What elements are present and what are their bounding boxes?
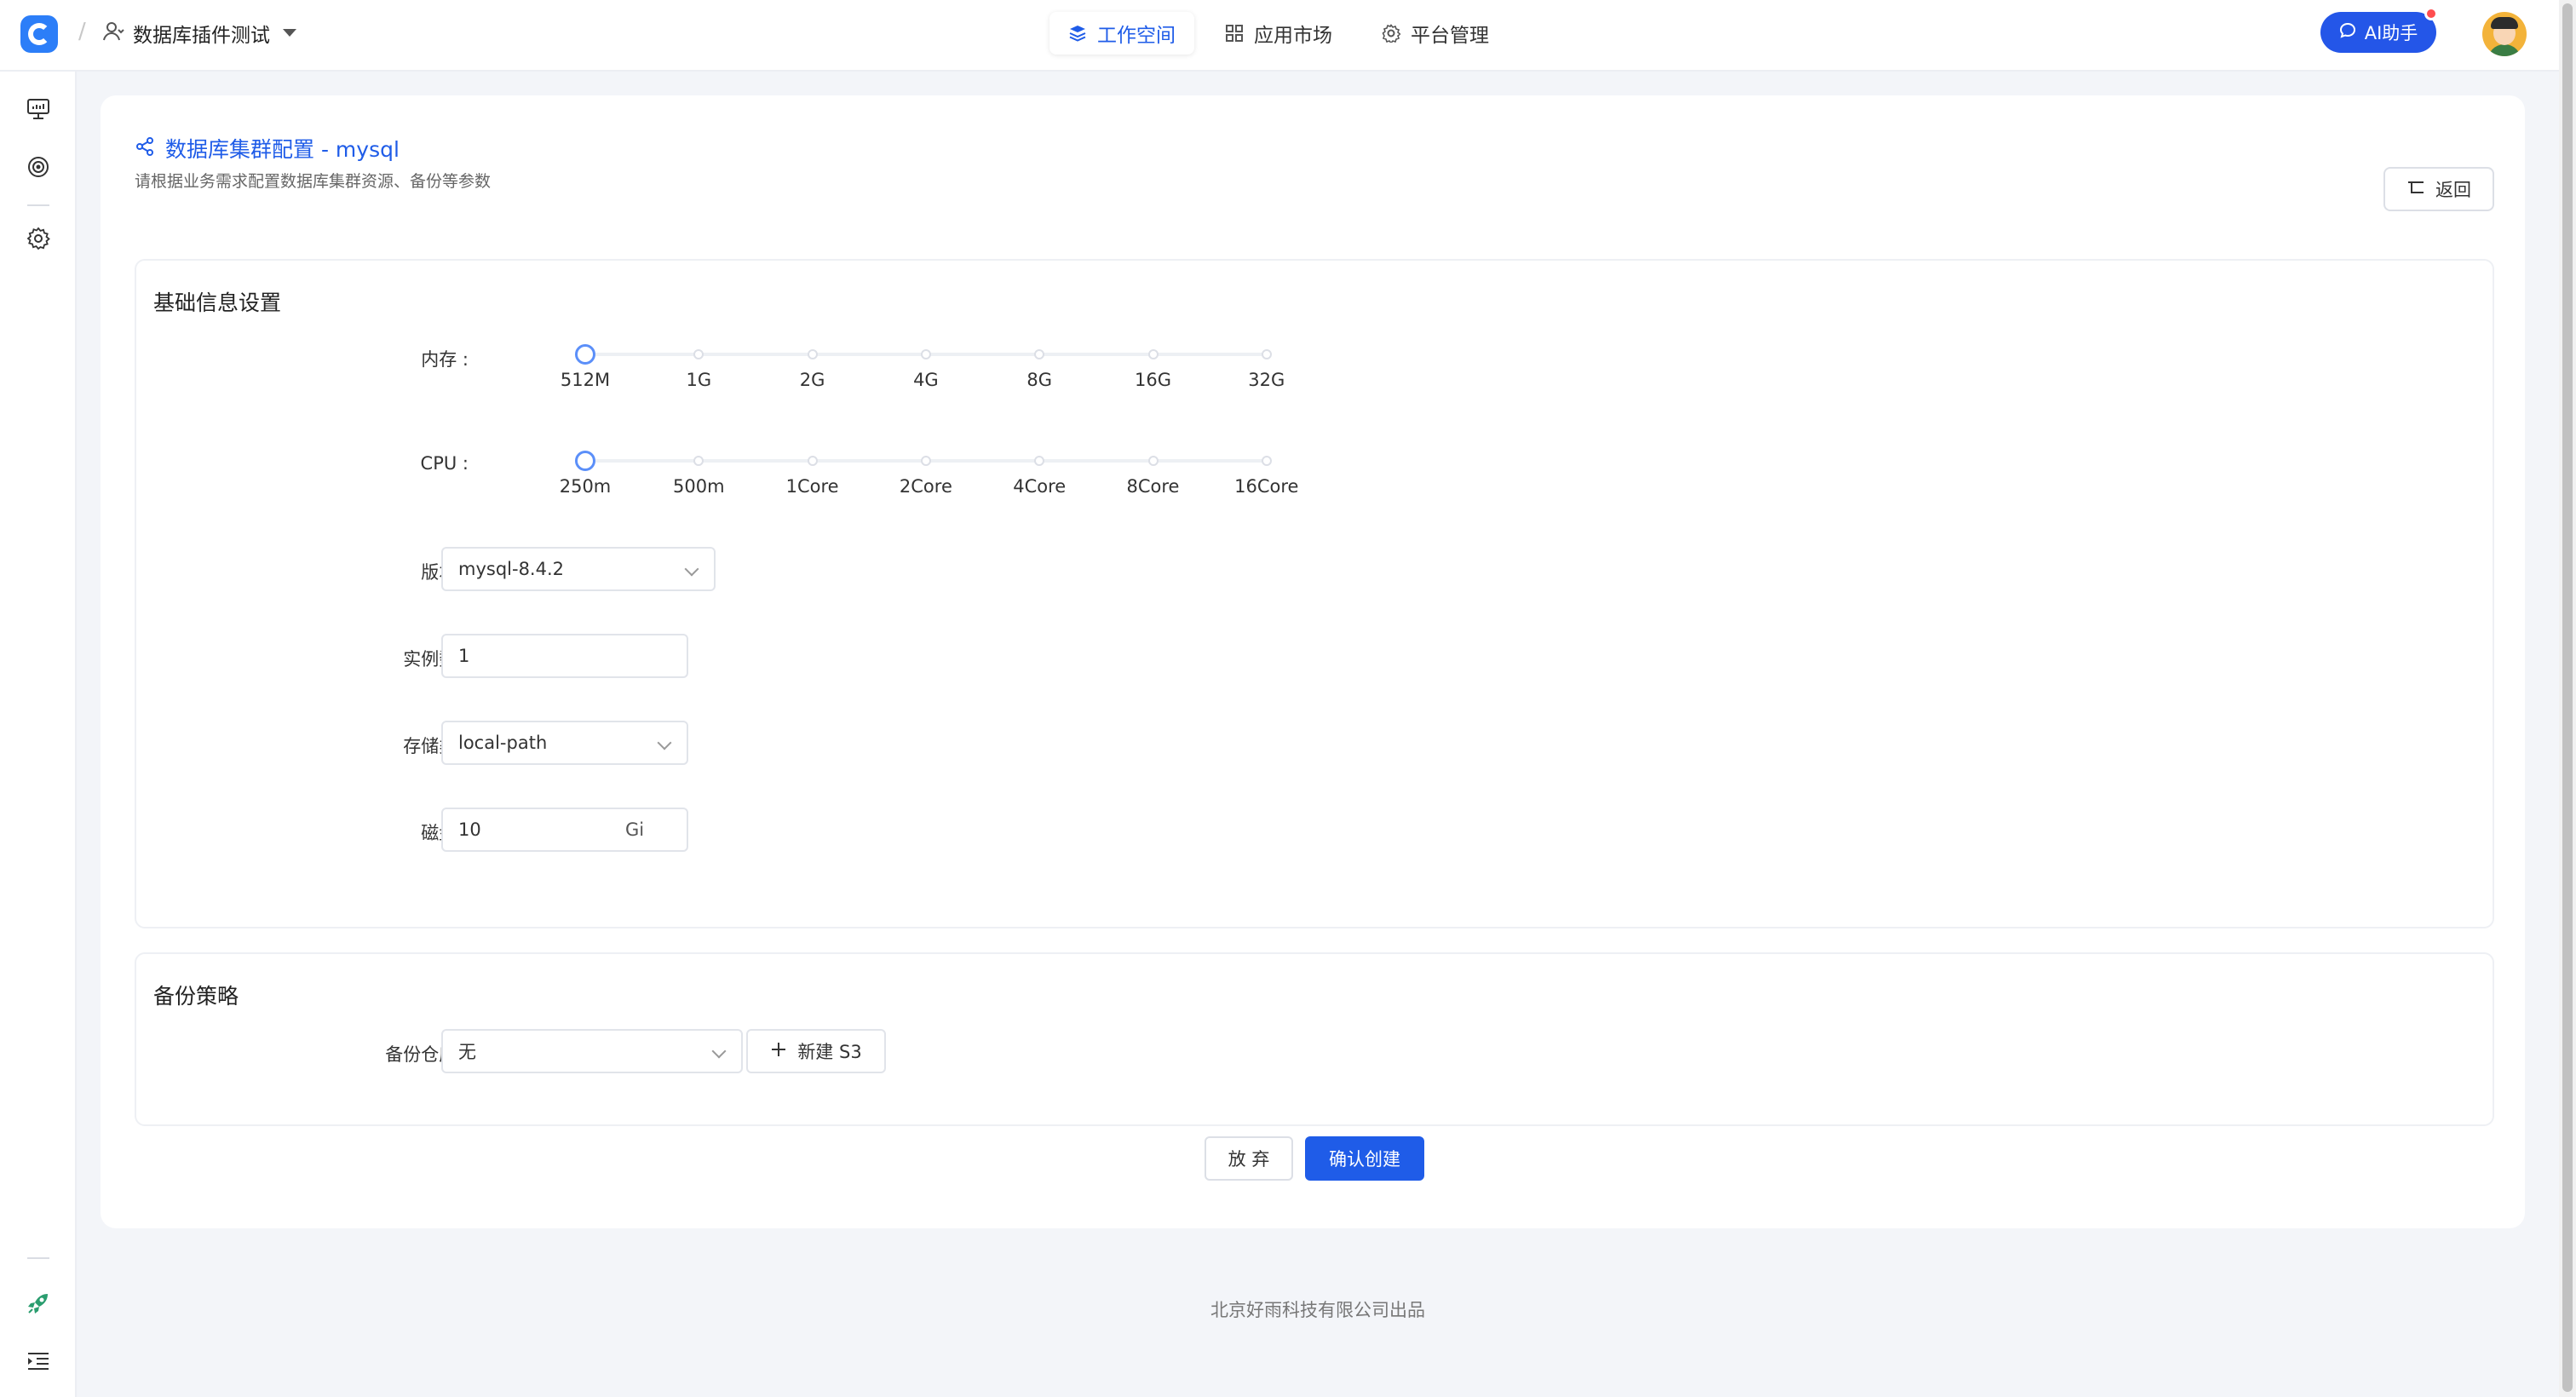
version-value: mysql-8.4.2 [458,559,565,579]
slider-stop[interactable] [920,456,931,466]
top-bar: / 数据库插件测试 工作空间 应用市场 平台管理 AI助手 [0,0,2559,72]
slider-option-label[interactable]: 16G [1135,370,1171,390]
slider-option-label[interactable]: 4G [913,370,939,390]
caret-down-icon[interactable] [283,29,296,37]
scrollbar-thumb[interactable] [2562,3,2573,1392]
main-nav: 工作空间 应用市场 平台管理 [1049,12,1508,55]
slider-handle[interactable] [575,344,595,365]
slider-option-label[interactable]: 1Core [786,476,839,497]
backup-repo-value: 无 [458,1042,476,1062]
slider-option-label[interactable]: 16Core [1234,476,1298,497]
slider-option-label[interactable]: 2Core [900,476,952,497]
slider-option-label[interactable]: 4Core [1013,476,1066,497]
slider-stop[interactable] [1034,349,1045,359]
slider-stop[interactable] [1261,456,1272,466]
page-title: 数据库集群配置 - mysql [165,137,400,162]
slider-option-label[interactable]: 1G [686,370,711,390]
layers-icon [1068,24,1087,43]
instances-value: 1 [458,646,470,666]
new-s3-button[interactable]: 新建 S3 [746,1029,886,1073]
monitor-icon[interactable] [25,95,52,123]
back-label: 返回 [2435,180,2471,200]
version-select[interactable]: mysql-8.4.2 [441,547,716,591]
slider-option-label[interactable]: 2G [800,370,825,390]
cpu-label: CPU : [420,453,469,474]
basic-settings-section: 基础信息设置 内存 : 512M 1G 2G 4G 8G 16G 32G CPU : 250… [135,259,2494,928]
slider-stop[interactable] [693,349,704,359]
slider-option-label[interactable]: 500m [673,476,725,497]
grid-icon [1225,24,1244,43]
chevron-down-icon [711,1043,727,1059]
memory-slider[interactable]: 512M 1G 2G 4G 8G 16G 32G [561,344,1285,395]
tab-platform-admin[interactable]: 平台管理 [1363,12,1508,55]
tab-workspace-label: 工作空间 [1097,25,1176,47]
slider-stop[interactable] [1034,456,1045,466]
tab-app-market-label: 应用市场 [1254,25,1332,47]
chevron-down-icon [684,561,699,577]
ai-assistant-button[interactable]: AI助手 [2320,12,2436,53]
instances-input[interactable]: 1 [441,634,688,678]
slider-option-label[interactable]: 8G [1026,370,1052,390]
slider-stop[interactable] [920,349,931,359]
slider-option-label[interactable]: 32G [1248,370,1285,390]
notification-dot [2424,7,2438,20]
back-button[interactable]: 返回 [2383,167,2494,211]
return-icon [2406,179,2425,200]
gear-icon [1382,24,1400,43]
workspace-selector[interactable]: 数据库插件测试 [133,19,270,48]
cpu-slider[interactable]: 250m 500m 1Core 2Core 4Core 8Core 16Core [560,451,1298,502]
app-logo-icon[interactable] [20,15,58,53]
slider-option-label[interactable]: 512M [561,370,610,390]
chevron-down-icon [657,735,672,750]
tab-workspace[interactable]: 工作空间 [1049,12,1194,55]
sidebar-divider [27,1257,49,1259]
tab-platform-admin-label: 平台管理 [1411,25,1489,47]
share-nodes-icon [135,136,155,160]
config-card: 数据库集群配置 - mysql 请根据业务需求配置数据库集群资源、备份等参数 返… [101,95,2525,1228]
form-actions: 放 弃 确认创建 [1205,1136,1424,1181]
page-subtitle: 请根据业务需求配置数据库集群资源、备份等参数 [135,172,492,191]
slider-stop[interactable] [1147,349,1159,359]
disk-unit: Gi [625,819,645,840]
slider-stop[interactable] [693,456,704,466]
page-scrollbar[interactable] [2559,0,2576,1397]
tab-app-market[interactable]: 应用市场 [1206,12,1351,55]
slider-option-label[interactable]: 250m [560,476,612,497]
backup-repo-select[interactable]: 无 [441,1029,743,1073]
slider-stop[interactable] [1261,349,1272,359]
sidebar-divider [27,204,49,206]
user-icon [102,20,124,46]
settings-icon[interactable] [25,225,52,252]
user-avatar[interactable] [2482,12,2527,56]
menu-indent-icon[interactable] [25,1348,52,1375]
plus-icon [770,1041,787,1062]
slider-stop[interactable] [1147,456,1159,466]
storage-class-select[interactable]: local-path [441,721,688,765]
slider-stop[interactable] [807,349,818,359]
target-icon[interactable] [25,153,52,181]
confirm-create-button[interactable]: 确认创建 [1305,1136,1424,1181]
disk-input[interactable]: 10 Gi [441,808,688,852]
ai-assistant-label: AI助手 [2364,23,2418,43]
disk-value: 10 [458,819,481,840]
backup-section: 备份策略 备份仓库 : 无 新建 S3 [135,952,2494,1126]
page-header: 数据库集群配置 - mysql [135,133,400,164]
section-title: 基础信息设置 [153,290,282,315]
breadcrumb-separator: / [78,19,86,44]
copyright-text: 北京好雨科技有限公司出品 [1210,1300,1425,1320]
storage-class-value: local-path [458,733,548,753]
new-s3-label: 新建 S3 [797,1042,862,1062]
slider-option-label[interactable]: 8Core [1127,476,1180,497]
memory-label: 内存 : [421,349,469,370]
left-sidebar [0,72,77,1397]
slider-handle[interactable] [575,451,595,471]
cancel-button[interactable]: 放 弃 [1205,1136,1293,1181]
chat-icon [2339,22,2356,43]
slider-stop[interactable] [807,456,818,466]
section-title: 备份策略 [153,984,239,1009]
